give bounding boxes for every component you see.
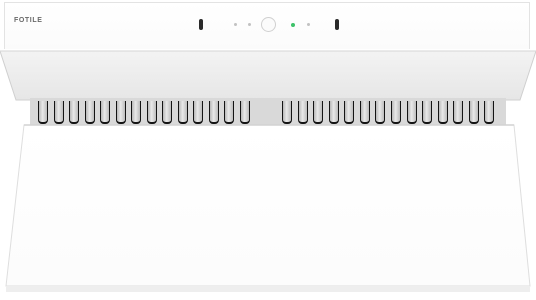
range-hood-image: FOTILE — [0, 0, 536, 300]
front-glass-panel — [5, 124, 531, 292]
